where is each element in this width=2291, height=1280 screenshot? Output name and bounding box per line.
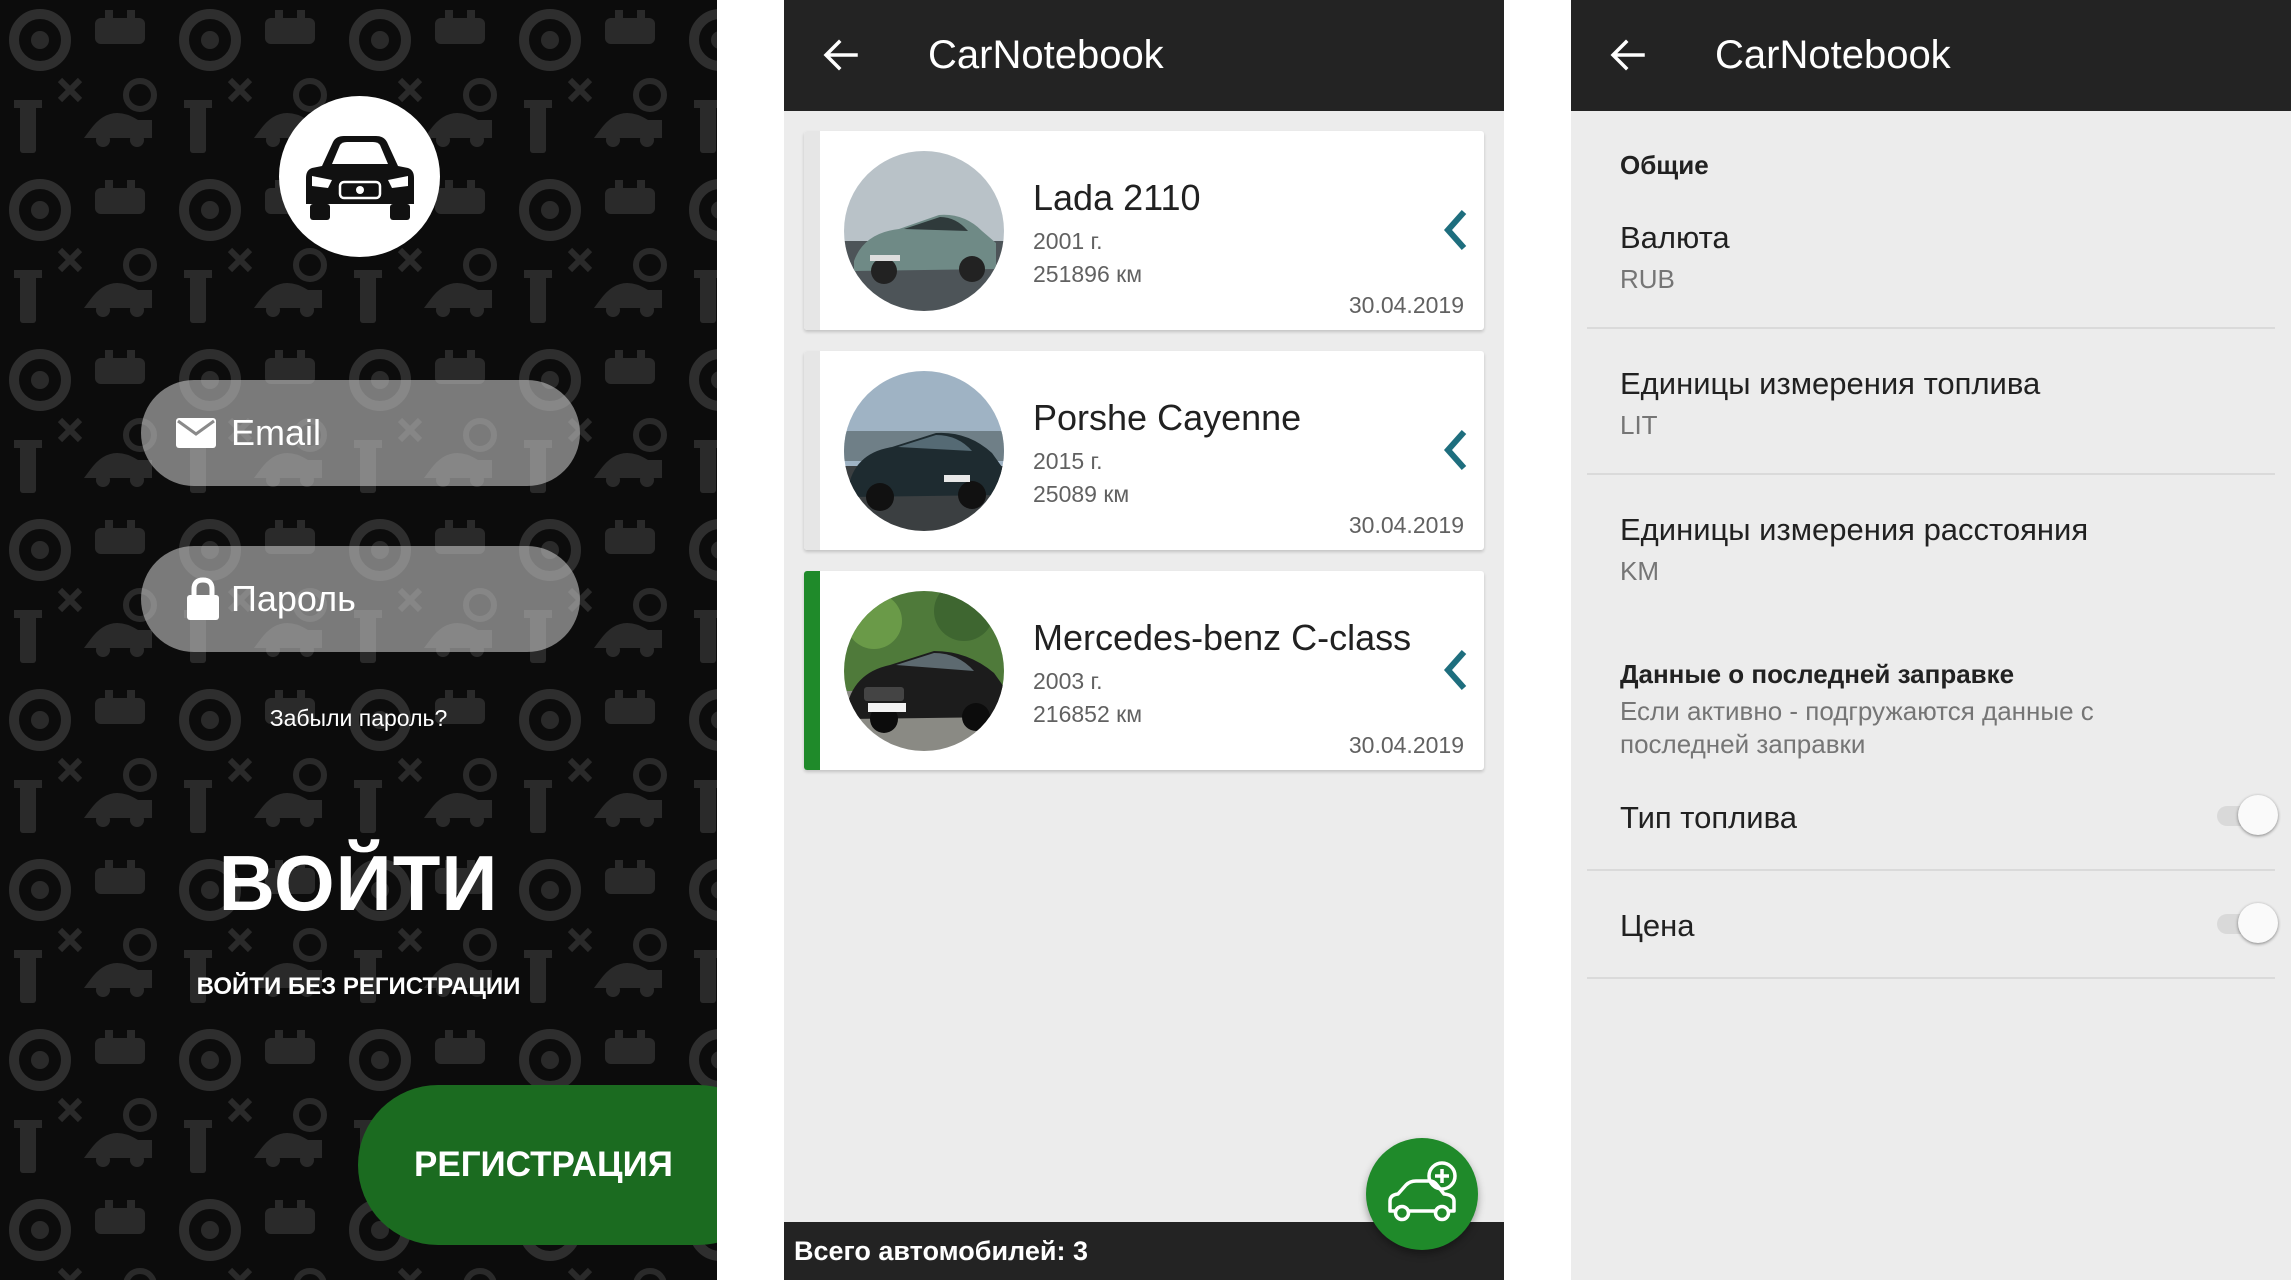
car-card[interactable]: Lada 2110 2001 г. 251896 км 30.04.2019 bbox=[804, 131, 1484, 330]
fuel-type-switch[interactable] bbox=[2211, 795, 2281, 835]
currency-value: RUB bbox=[1620, 264, 1675, 294]
fuel-type-label: Тип топлива bbox=[1620, 800, 1797, 835]
last-refuel-description: Если активно - подгружаются данные с пос… bbox=[1620, 696, 2094, 759]
car-mileage: 25089 км bbox=[1033, 481, 1130, 507]
card-accent-bar bbox=[804, 571, 820, 770]
card-accent-bar bbox=[804, 131, 820, 330]
car-date: 30.04.2019 bbox=[1348, 732, 1464, 758]
car-name: Porshe Cayenne bbox=[1033, 397, 1302, 438]
app-bar: CarNotebook bbox=[784, 0, 1504, 111]
switch-thumb bbox=[2238, 795, 2278, 835]
price-switch[interactable] bbox=[2211, 903, 2281, 943]
switch-thumb bbox=[2238, 903, 2278, 943]
app-title: CarNotebook bbox=[1715, 33, 1951, 77]
divider bbox=[1587, 327, 2275, 329]
car-front-icon bbox=[305, 135, 414, 220]
car-mileage: 216852 км bbox=[1033, 701, 1143, 727]
divider bbox=[1587, 473, 2275, 475]
guest-login-link[interactable]: ВОЙТИ БЕЗ РЕГИСТРАЦИИ bbox=[0, 973, 717, 1001]
car-year: 2015 г. bbox=[1033, 448, 1103, 474]
car-list-screen: CarNotebook Lada 2110 2001 г. 251896 км … bbox=[784, 0, 1504, 1280]
distance-units-value: KM bbox=[1620, 556, 1659, 586]
password-field[interactable]: Пароль bbox=[141, 546, 580, 652]
app-logo bbox=[279, 96, 440, 257]
add-car-icon bbox=[1388, 1161, 1457, 1222]
car-card-selected[interactable]: Mercedes-benz C-class 2003 г. 216852 км … bbox=[804, 571, 1484, 770]
app-title: CarNotebook bbox=[928, 33, 1164, 77]
fuel-units-value: LIT bbox=[1620, 410, 1658, 440]
divider bbox=[1587, 977, 2275, 979]
car-name: Mercedes-benz C-class bbox=[1033, 617, 1412, 658]
chevron-left-icon[interactable] bbox=[1440, 427, 1470, 473]
lock-icon bbox=[187, 577, 219, 620]
email-placeholder: Email bbox=[231, 412, 322, 453]
car-date: 30.04.2019 bbox=[1348, 292, 1464, 318]
fuel-units-title: Единицы измерения топлива bbox=[1620, 366, 2041, 401]
price-label: Цена bbox=[1620, 908, 1695, 943]
divider bbox=[1587, 869, 2275, 871]
login-button[interactable]: ВОЙТИ bbox=[0, 838, 717, 929]
car-photo bbox=[844, 151, 1004, 311]
app-bar: CarNotebook bbox=[1571, 0, 2291, 111]
car-year: 2003 г. bbox=[1033, 668, 1103, 694]
car-mileage: 251896 км bbox=[1033, 261, 1143, 287]
envelope-icon bbox=[176, 418, 216, 448]
car-count: Всего автомобилей: 3 bbox=[794, 1236, 1088, 1266]
login-screen: Email Пароль Забыли пароль? ВОЙТИ ВОЙТИ … bbox=[0, 0, 717, 1280]
car-year: 2001 г. bbox=[1033, 228, 1103, 254]
forgot-password-link[interactable]: Забыли пароль? bbox=[0, 705, 717, 732]
distance-units-title: Единицы измерения расстояния bbox=[1620, 512, 2089, 547]
chevron-left-icon[interactable] bbox=[1440, 647, 1470, 693]
email-field[interactable]: Email bbox=[141, 380, 580, 486]
back-arrow-icon[interactable] bbox=[1609, 36, 1647, 74]
section-header-last-refuel: Данные о последней заправке bbox=[1620, 659, 2015, 689]
chevron-left-icon[interactable] bbox=[1440, 207, 1470, 253]
add-car-button[interactable] bbox=[1366, 1138, 1478, 1250]
car-name: Lada 2110 bbox=[1033, 177, 1201, 218]
settings-screen: CarNotebook Общие Валюта RUB Единицы изм… bbox=[1571, 0, 2291, 1280]
card-accent-bar bbox=[804, 351, 820, 550]
password-placeholder: Пароль bbox=[231, 578, 356, 619]
register-button[interactable]: РЕГИСТРАЦИЯ bbox=[358, 1085, 717, 1245]
car-photo bbox=[844, 371, 1004, 531]
car-photo bbox=[844, 591, 1004, 751]
car-date: 30.04.2019 bbox=[1348, 512, 1464, 538]
currency-title: Валюта bbox=[1620, 220, 1730, 255]
car-card[interactable]: Porshe Cayenne 2015 г. 25089 км 30.04.20… bbox=[804, 351, 1484, 550]
back-arrow-icon[interactable] bbox=[822, 36, 860, 74]
section-header-general: Общие bbox=[1620, 150, 1709, 180]
